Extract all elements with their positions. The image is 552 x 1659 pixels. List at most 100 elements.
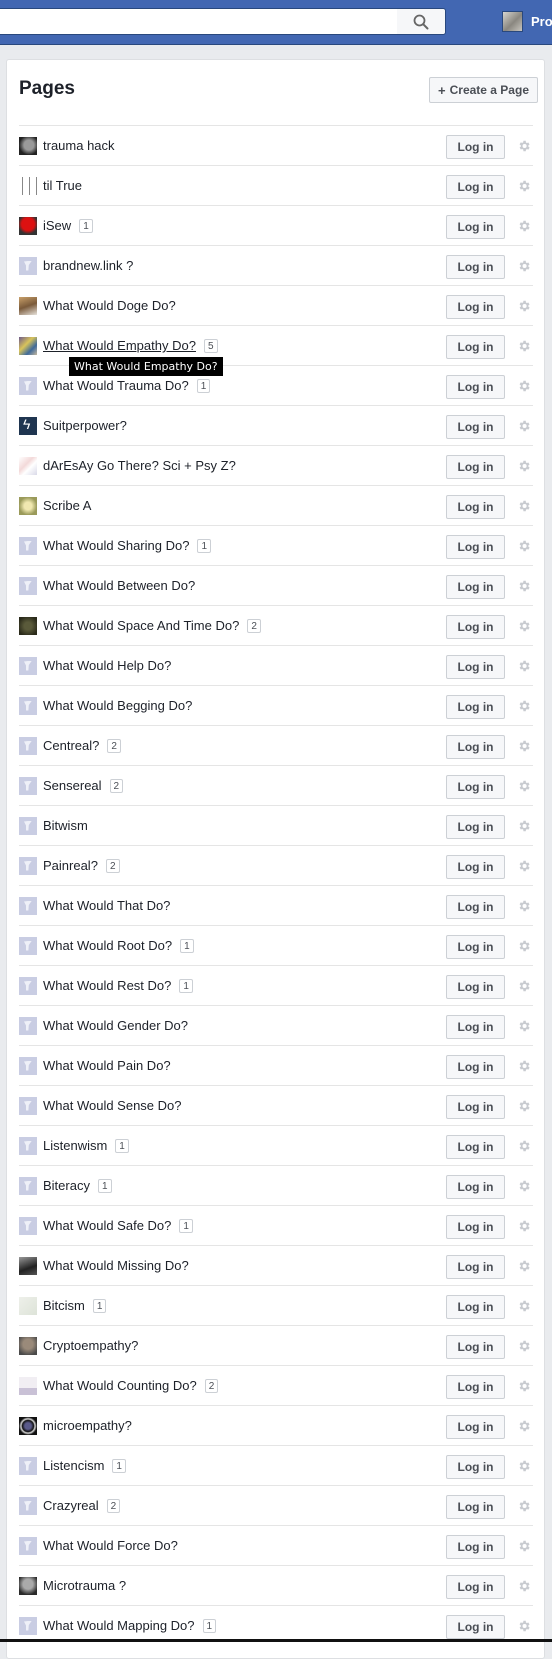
gear-icon[interactable]: [515, 1577, 533, 1595]
gear-icon[interactable]: [515, 137, 533, 155]
page-thumbnail-icon[interactable]: [19, 176, 37, 195]
gear-icon[interactable]: [515, 1537, 533, 1555]
log-in-button[interactable]: Log in: [446, 335, 505, 359]
page-name-link[interactable]: Microtrauma ?: [43, 1578, 126, 1593]
page-thumbnail-icon[interactable]: [19, 136, 37, 155]
gear-icon[interactable]: [515, 1497, 533, 1515]
search-input[interactable]: [0, 9, 366, 34]
page-name-link[interactable]: Listenwism: [43, 1138, 107, 1153]
page-name-link[interactable]: What Would Counting Do?: [43, 1378, 197, 1393]
gear-icon[interactable]: [515, 857, 533, 875]
log-in-button[interactable]: Log in: [446, 1495, 505, 1519]
log-in-button[interactable]: Log in: [446, 1095, 505, 1119]
gear-icon[interactable]: [515, 977, 533, 995]
page-thumbnail-icon[interactable]: [19, 776, 37, 795]
page-name-link[interactable]: What Would Begging Do?: [43, 698, 192, 713]
gear-icon[interactable]: [515, 217, 533, 235]
page-name-link[interactable]: Crazyreal: [43, 1498, 99, 1513]
gear-icon[interactable]: [515, 1017, 533, 1035]
log-in-button[interactable]: Log in: [446, 975, 505, 999]
log-in-button[interactable]: Log in: [446, 295, 505, 319]
log-in-button[interactable]: Log in: [446, 575, 505, 599]
gear-icon[interactable]: [515, 1377, 533, 1395]
page-thumbnail-icon[interactable]: [19, 616, 37, 635]
page-thumbnail-icon[interactable]: [19, 1416, 37, 1435]
page-name-link[interactable]: What Would Rest Do?: [43, 978, 171, 993]
page-thumbnail-icon[interactable]: [19, 656, 37, 675]
gear-icon[interactable]: [515, 1617, 533, 1635]
page-name-link[interactable]: Centreal?: [43, 738, 99, 753]
log-in-button[interactable]: Log in: [446, 175, 505, 199]
gear-icon[interactable]: [515, 257, 533, 275]
page-thumbnail-icon[interactable]: [19, 216, 37, 235]
gear-icon[interactable]: [515, 537, 533, 555]
page-thumbnail-icon[interactable]: [19, 376, 37, 395]
log-in-button[interactable]: Log in: [446, 1375, 505, 1399]
page-name-link[interactable]: What Would Force Do?: [43, 1538, 178, 1553]
page-thumbnail-icon[interactable]: [19, 416, 37, 435]
page-name-link[interactable]: Suitperpower?: [43, 418, 127, 433]
log-in-button[interactable]: Log in: [446, 935, 505, 959]
page-thumbnail-icon[interactable]: [19, 536, 37, 555]
page-name-link[interactable]: What Would That Do?: [43, 898, 170, 913]
page-name-link[interactable]: What Would Gender Do?: [43, 1018, 188, 1033]
page-name-link[interactable]: What Would Sharing Do?: [43, 538, 189, 553]
gear-icon[interactable]: [515, 1057, 533, 1075]
page-thumbnail-icon[interactable]: [19, 1016, 37, 1035]
log-in-button[interactable]: Log in: [446, 815, 505, 839]
gear-icon[interactable]: [515, 297, 533, 315]
log-in-button[interactable]: Log in: [446, 895, 505, 919]
page-thumbnail-icon[interactable]: [19, 456, 37, 475]
gear-icon[interactable]: [515, 1177, 533, 1195]
page-thumbnail-icon[interactable]: [19, 816, 37, 835]
page-name-link[interactable]: trauma hack: [43, 138, 115, 153]
log-in-button[interactable]: Log in: [446, 1015, 505, 1039]
log-in-button[interactable]: Log in: [446, 1615, 505, 1639]
gear-icon[interactable]: [515, 497, 533, 515]
page-name-link[interactable]: Listencism: [43, 1458, 104, 1473]
gear-icon[interactable]: [515, 1257, 533, 1275]
page-name-link[interactable]: What Would Doge Do?: [43, 298, 176, 313]
page-thumbnail-icon[interactable]: [19, 1176, 37, 1195]
page-thumbnail-icon[interactable]: [19, 1336, 37, 1355]
log-in-button[interactable]: Log in: [446, 1575, 505, 1599]
gear-icon[interactable]: [515, 1217, 533, 1235]
page-name-link[interactable]: What Would Help Do?: [43, 658, 171, 673]
page-thumbnail-icon[interactable]: [19, 1096, 37, 1115]
page-name-link[interactable]: What Would Missing Do?: [43, 1258, 189, 1273]
page-name-link[interactable]: iSew: [43, 218, 71, 233]
gear-icon[interactable]: [515, 457, 533, 475]
gear-icon[interactable]: [515, 377, 533, 395]
page-name-link[interactable]: Biteracy: [43, 1178, 90, 1193]
log-in-button[interactable]: Log in: [446, 1335, 505, 1359]
log-in-button[interactable]: Log in: [446, 135, 505, 159]
page-thumbnail-icon[interactable]: [19, 1216, 37, 1235]
log-in-button[interactable]: Log in: [446, 495, 505, 519]
gear-icon[interactable]: [515, 897, 533, 915]
log-in-button[interactable]: Log in: [446, 775, 505, 799]
log-in-button[interactable]: Log in: [446, 1455, 505, 1479]
page-thumbnail-icon[interactable]: [19, 1456, 37, 1475]
gear-icon[interactable]: [515, 697, 533, 715]
page-thumbnail-icon[interactable]: [19, 1496, 37, 1515]
log-in-button[interactable]: Log in: [446, 415, 505, 439]
page-name-link[interactable]: What Would Safe Do?: [43, 1218, 171, 1233]
page-thumbnail-icon[interactable]: [19, 1576, 37, 1595]
page-thumbnail-icon[interactable]: [19, 1616, 37, 1635]
gear-icon[interactable]: [515, 1457, 533, 1475]
page-name-link[interactable]: What Would Pain Do?: [43, 1058, 171, 1073]
create-page-button[interactable]: + Create a Page: [429, 77, 538, 103]
page-name-link[interactable]: What Would Sense Do?: [43, 1098, 182, 1113]
gear-icon[interactable]: [515, 417, 533, 435]
page-name-link[interactable]: What Would Empathy Do?: [43, 338, 196, 353]
log-in-button[interactable]: Log in: [446, 1535, 505, 1559]
page-thumbnail-icon[interactable]: [19, 576, 37, 595]
log-in-button[interactable]: Log in: [446, 1135, 505, 1159]
page-name-link[interactable]: Cryptoempathy?: [43, 1338, 138, 1353]
gear-icon[interactable]: [515, 817, 533, 835]
gear-icon[interactable]: [515, 177, 533, 195]
gear-icon[interactable]: [515, 1297, 533, 1315]
gear-icon[interactable]: [515, 1097, 533, 1115]
page-name-link[interactable]: Scribe A: [43, 498, 91, 513]
page-name-link[interactable]: Painreal?: [43, 858, 98, 873]
